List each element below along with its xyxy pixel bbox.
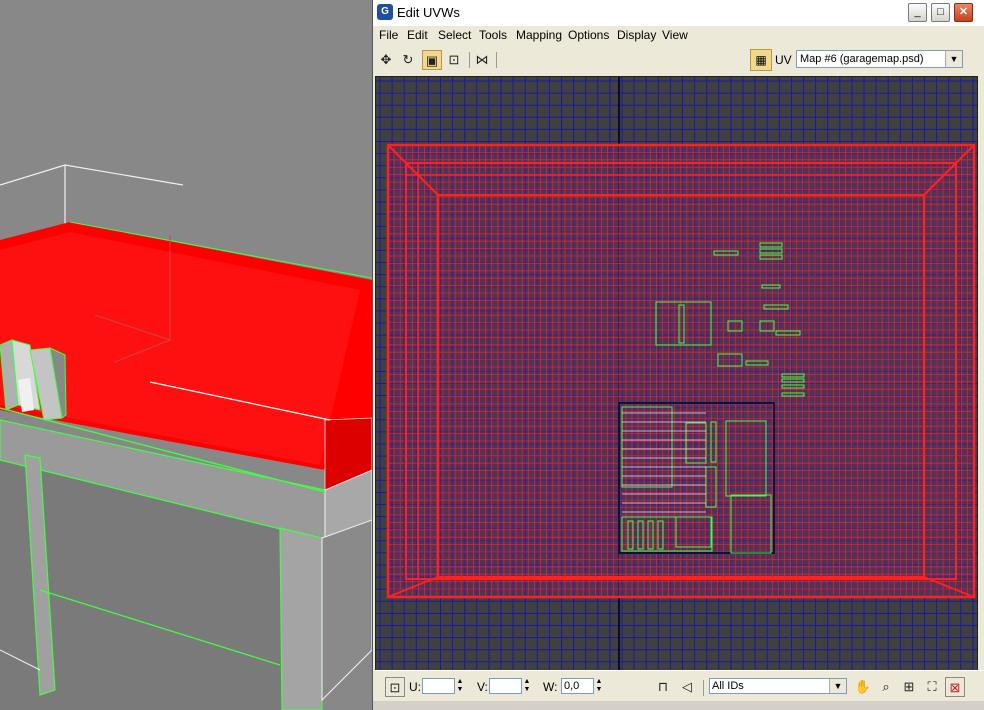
menu-select[interactable]: Select (438, 28, 471, 42)
pan-hand-icon[interactable]: ✋ (853, 677, 873, 697)
minimize-button[interactable]: _ (908, 3, 927, 22)
u-field[interactable] (422, 678, 455, 694)
zoom-region-icon[interactable]: ⊞ (899, 677, 919, 697)
lock-icon[interactable]: ⊓ (653, 677, 673, 697)
uv-editor-canvas[interactable] (375, 76, 978, 671)
status-separator (703, 680, 704, 696)
uv-mesh-view (376, 77, 977, 670)
v-label: V: (477, 680, 488, 694)
zoom-extents-icon[interactable]: ⛶ (922, 677, 942, 697)
app-icon: G (377, 4, 393, 20)
toolbar: ✥ ↻ ▣ ⊡ ⋈ ▦ UV Map #6 (garagemap.psd) ▼ (373, 46, 984, 74)
ids-select-dropdown[interactable]: All IDs ▼ (709, 678, 847, 694)
w-spinner[interactable]: ▲ ▼ (594, 678, 604, 694)
lock-selection-icon[interactable]: ⊡ (385, 677, 405, 697)
map-select-value: Map #6 (garagemap.psd) (800, 53, 924, 65)
window-title: Edit UVWs (397, 5, 460, 20)
zoom-icon[interactable]: ⌕ (876, 677, 896, 697)
perspective-viewport[interactable] (0, 0, 372, 710)
texture-checker-icon[interactable]: ▦ (750, 49, 772, 71)
toolbar-separator (496, 52, 497, 68)
menu-bar: File Edit Select Tools Mapping Options D… (373, 26, 984, 45)
menu-view[interactable]: View (662, 28, 688, 42)
window-bottom-edge (373, 701, 984, 710)
u-label: U: (409, 680, 421, 694)
map-select-dropdown[interactable]: Map #6 (garagemap.psd) ▼ (796, 50, 963, 68)
v-field[interactable] (489, 678, 522, 694)
v-spinner[interactable]: ▲ ▼ (522, 678, 532, 694)
freeform-tool-icon[interactable]: ⊡ (444, 50, 464, 70)
filter-selected-icon[interactable]: ⊠ (945, 677, 965, 697)
menu-mapping[interactable]: Mapping (516, 28, 562, 42)
menu-display[interactable]: Display (617, 28, 656, 42)
letter-blocks (0, 339, 67, 421)
maximize-button[interactable]: □ (931, 3, 950, 22)
ids-select-value: All IDs (712, 680, 744, 692)
menu-file[interactable]: File (379, 28, 398, 42)
chevron-down-icon[interactable]: ▼ (945, 51, 962, 67)
uv-mode-label: UV (775, 53, 792, 67)
status-bar: ⊡ U: ▲ ▼ V: ▲ ▼ W: 0,0 ▲ ▼ ⊓ ◁ All IDs ▼ ✋ … (373, 670, 984, 702)
close-button[interactable]: ✕ (954, 3, 973, 22)
edit-uvws-window: G Edit UVWs _ □ ✕ File Edit Select Tools… (372, 0, 984, 710)
chevron-down-icon[interactable]: ▼ (829, 679, 846, 693)
u-spinner[interactable]: ▲ ▼ (455, 678, 465, 694)
w-field[interactable]: 0,0 (561, 678, 594, 694)
toolbar-separator (469, 52, 470, 68)
title-bar[interactable]: G Edit UVWs _ □ ✕ (373, 0, 984, 27)
soft-select-icon[interactable]: ◁ (677, 677, 697, 697)
mirror-tool-icon[interactable]: ⋈ (472, 50, 492, 70)
menu-options[interactable]: Options (568, 28, 609, 42)
move-tool-icon[interactable]: ✥ (376, 50, 396, 70)
table-leg-right (279, 527, 323, 710)
scale-tool-icon[interactable]: ▣ (422, 50, 442, 70)
menu-edit[interactable]: Edit (407, 28, 428, 42)
viewport-scene (0, 0, 372, 710)
menu-tools[interactable]: Tools (479, 28, 507, 42)
w-label: W: (543, 680, 558, 694)
rotate-tool-icon[interactable]: ↻ (398, 50, 418, 70)
